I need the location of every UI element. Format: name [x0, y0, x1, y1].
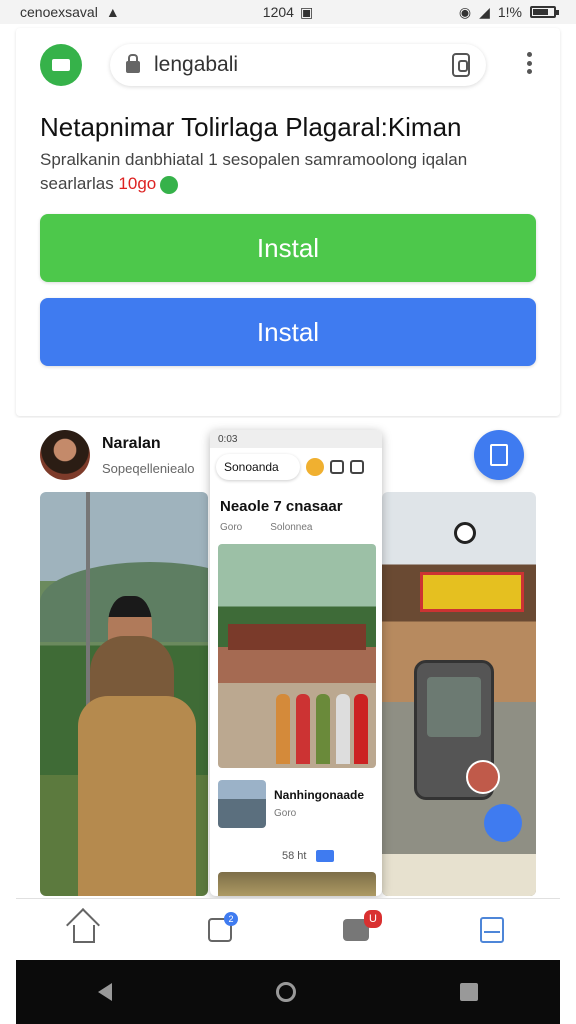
clipboard-fab[interactable]: [474, 430, 524, 480]
kebab-menu-icon[interactable]: [526, 52, 532, 74]
signal-icon: ▲: [105, 4, 120, 20]
search-icon: [454, 522, 476, 544]
nav-home[interactable]: [64, 910, 104, 950]
overlay-title: Neaole 7 cnasaar: [220, 498, 343, 515]
status-right: ◉ ◢ 1!%: [458, 3, 559, 21]
nav-edit[interactable]: 2: [200, 910, 240, 950]
overlay-thumb: [218, 780, 266, 828]
overlay-sub-right: Solonnea: [270, 522, 313, 533]
avatar[interactable]: [40, 430, 90, 480]
system-nav: [16, 960, 560, 1024]
page-title: Netapnimar Tolirlaga Plagaral:Kiman: [40, 112, 462, 142]
clipboard-icon: [490, 444, 508, 466]
subtitle-line2-red: 10go: [118, 174, 157, 193]
post-photo-left[interactable]: [40, 492, 208, 896]
sim-icon: ▣: [299, 3, 314, 20]
author-sub: Sopeqelleniealo: [102, 460, 195, 476]
feed: Naralan Sopeqelleniealo 0:03 Sonoanda Ne…: [16, 418, 560, 898]
recents-icon[interactable]: [460, 983, 478, 1001]
notification-badge: U: [364, 909, 382, 928]
home-icon: [73, 924, 95, 943]
bottom-nav: 2 U: [16, 898, 560, 960]
photo-banner: [420, 572, 524, 612]
post-header[interactable]: Naralan Sopeqelleniealo: [40, 430, 195, 480]
overlay-sub: Goro Solonnea: [220, 522, 341, 533]
mini-tab-icon[interactable]: [330, 460, 344, 474]
overlay-url[interactable]: Sonoanda: [216, 454, 300, 480]
tab-icon[interactable]: [452, 53, 470, 77]
nav-panel[interactable]: [472, 910, 512, 950]
status-center: 1204 ▣: [263, 4, 313, 21]
round-thumb: [466, 760, 500, 794]
lock-icon: [126, 54, 140, 73]
subtitle-line2: searlarlas 10go: [40, 172, 540, 196]
browser-topbar: lengabali: [16, 38, 560, 94]
status-left: cenoexsaval ▲: [20, 4, 120, 20]
status-bar: cenoexsaval ▲ 1204 ▣ ◉ ◢ 1!%: [0, 0, 576, 24]
page-subtitle: Spralkanin danbhiatal 1 sesopalen samram…: [40, 148, 540, 196]
overlay-window[interactable]: 0:03 Sonoanda Neaole 7 cnasaar Goro Solon…: [210, 430, 382, 896]
install-button-green[interactable]: Instal: [40, 214, 536, 282]
overlay-row-title: Nanhingonaade: [274, 788, 365, 802]
url-text[interactable]: lengabali: [154, 53, 452, 77]
post-photo-right[interactable]: [382, 492, 536, 896]
overlay-list-item[interactable]: Nanhingonaade Goro: [218, 780, 376, 834]
location-icon: ◉: [458, 3, 472, 20]
overlay-meta: 58 ht: [282, 850, 335, 862]
install-button-blue[interactable]: Instal: [40, 298, 536, 366]
photo-person: [72, 596, 202, 896]
panel-icon: [480, 916, 504, 943]
small-fab-button[interactable]: [484, 804, 522, 842]
verified-icon: [160, 175, 179, 194]
photo-strip: [382, 854, 536, 896]
back-icon[interactable]: [98, 983, 112, 1001]
overlay-row-sub: Goro: [274, 808, 297, 819]
overlay-photo[interactable]: [218, 544, 376, 768]
url-bar[interactable]: lengabali: [110, 44, 486, 86]
app-logo-icon[interactable]: [40, 44, 82, 86]
edit-badge: 2: [224, 911, 238, 926]
battery-text: 1!%: [497, 4, 522, 20]
overlay-sub-left: Goro: [220, 522, 243, 533]
subtitle-line1: Spralkanin danbhiatal 1 sesopalen samram…: [40, 150, 468, 169]
wifi-icon: ◢: [479, 3, 490, 20]
subtitle-line2-prefix: searlarlas: [40, 174, 119, 193]
nav-people[interactable]: U: [336, 909, 382, 950]
author-block: Naralan Sopeqelleniealo: [102, 435, 195, 476]
overlay-meta-text: 58 ht: [282, 850, 307, 862]
overlay-bottom-photo: [218, 872, 376, 896]
overlay-chip[interactable]: [316, 850, 335, 862]
status-time: 1204: [262, 4, 294, 20]
author-name[interactable]: Naralan: [102, 435, 195, 453]
overlay-status: 0:03: [210, 430, 382, 448]
carrier-text: cenoexsaval: [20, 4, 98, 20]
mini-menu-icon[interactable]: [350, 460, 364, 474]
overlay-icons: [306, 458, 364, 476]
home-circle-icon[interactable]: [276, 982, 296, 1002]
emoji-icon[interactable]: [306, 458, 324, 476]
battery-icon: [530, 6, 559, 18]
browser-card: lengabali Netapnimar Tolirlaga Plagaral:…: [16, 28, 560, 416]
